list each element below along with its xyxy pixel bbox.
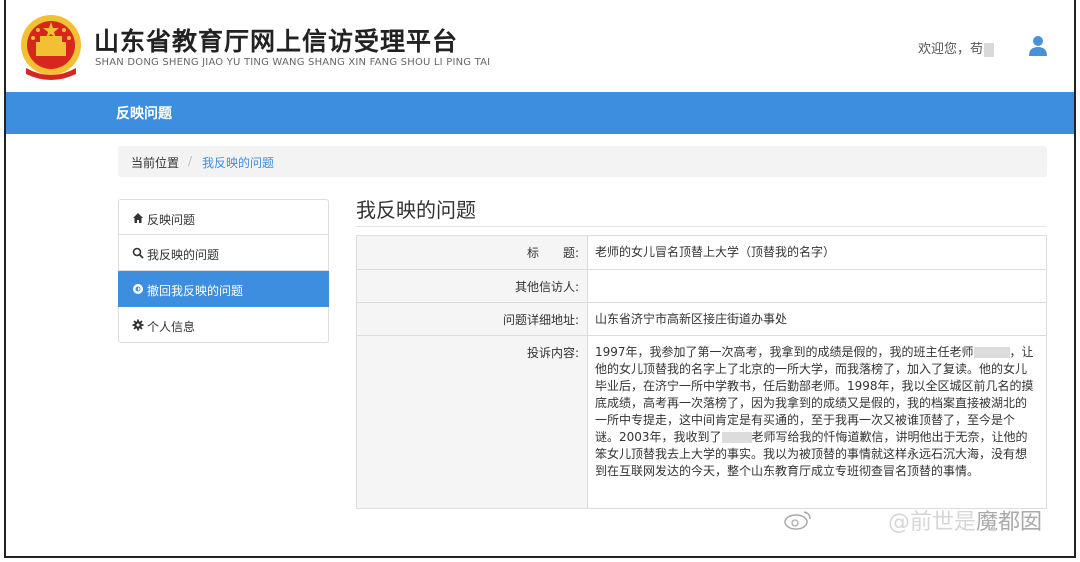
field-value: 山东省济宁市高新区接庄街道办事处 (595, 312, 788, 326)
breadcrumb-label: 当前位置 (131, 156, 180, 170)
sidebar-item-profile[interactable]: 个人信息 (118, 307, 329, 343)
field-label: 其他信访人: (357, 270, 588, 302)
sidebar-item-label: 撤回我反映的问题 (147, 284, 244, 298)
weibo-icon (784, 511, 811, 530)
watermark-prefix: @前世是 (887, 510, 976, 535)
user-icon[interactable] (1028, 35, 1048, 57)
site-header: 山东省教育厅网上信访受理平台 SHAN DONG SHENG JIAO YU T… (6, 0, 1074, 92)
app-window: 山东省教育厅网上信访受理平台 SHAN DONG SHENG JIAO YU T… (4, 0, 1076, 558)
complaint-content: 1997年，我参加了第一次高考，我拿到的成绩是假的，我的班主任老师 ，让他的女儿顶… (588, 336, 1046, 508)
breadcrumb-current[interactable]: 我反映的问题 (202, 154, 274, 171)
redacted-name (721, 432, 752, 443)
national-emblem-icon (21, 15, 81, 80)
welcome-text[interactable]: 欢迎您，苟 (918, 38, 994, 57)
detail-row-address: 问题详细地址: 山东省济宁市高新区接庄街道办事处 (357, 302, 1046, 335)
breadcrumb-separator: / (188, 154, 193, 168)
site-title: 山东省教育厅网上信访受理平台 (94, 27, 459, 56)
detail-row-complaint: 投诉内容: 1997年，我参加了第一次高考，我拿到的成绩是假的，我的班主任老师，… (357, 335, 1046, 508)
sidebar-item-my-reports[interactable]: 我反映的问题 (118, 235, 329, 271)
watermark-suffix: 魔都囡 (975, 510, 1042, 535)
title-divider (356, 226, 1047, 227)
sidebar-menu: 反映问题 我反映的问题 撤回我反映的问题 个人信息 (118, 199, 329, 343)
redacted-name (973, 347, 1010, 358)
field-label: 投诉内容: (357, 336, 588, 508)
complaint-text-part: 1997年，我参加了第一次高考，我拿到的成绩是假的，我的班主任老师 (595, 345, 974, 359)
sidebar-item-label: 反映问题 (147, 213, 196, 227)
page-title: 我反映的问题 (356, 198, 476, 222)
sidebar-item-report[interactable]: 反映问题 (118, 199, 329, 235)
detail-row-other-petitioners: 其他信访人: (357, 269, 1046, 302)
sidebar-item-label: 我反映的问题 (147, 248, 220, 262)
top-navbar: 反映问题 (6, 92, 1074, 134)
detail-table: 标 题: 老师的女儿冒名顶替上大学（顶替我的名字） 其他信访人: 问题详细地址:… (356, 235, 1047, 509)
home-icon (133, 213, 143, 223)
field-value: 老师的女儿冒名顶替上大学（顶替我的名字） (595, 245, 836, 259)
field-label: 问题详细地址: (357, 303, 588, 335)
gear-icon (132, 319, 144, 331)
revoke-icon (133, 284, 143, 294)
watermark: @前世是魔都囡 (888, 504, 1042, 536)
detail-row-title: 标 题: 老师的女儿冒名顶替上大学（顶替我的名字） (357, 236, 1046, 269)
field-label: 标 题: (357, 236, 588, 269)
redacted-name (984, 42, 994, 57)
welcome-label: 欢迎您，苟 (917, 42, 983, 57)
field-value (588, 270, 1046, 302)
sidebar-item-label: 个人信息 (147, 320, 196, 334)
site-subtitle: SHAN DONG SHENG JIAO YU TING WANG SHANG … (95, 57, 491, 68)
nav-title[interactable]: 反映问题 (116, 103, 172, 123)
sidebar-item-revoke[interactable]: 撤回我反映的问题 (118, 271, 329, 307)
search-icon (132, 247, 144, 259)
breadcrumb: 当前位置 / 我反映的问题 (118, 146, 1047, 177)
